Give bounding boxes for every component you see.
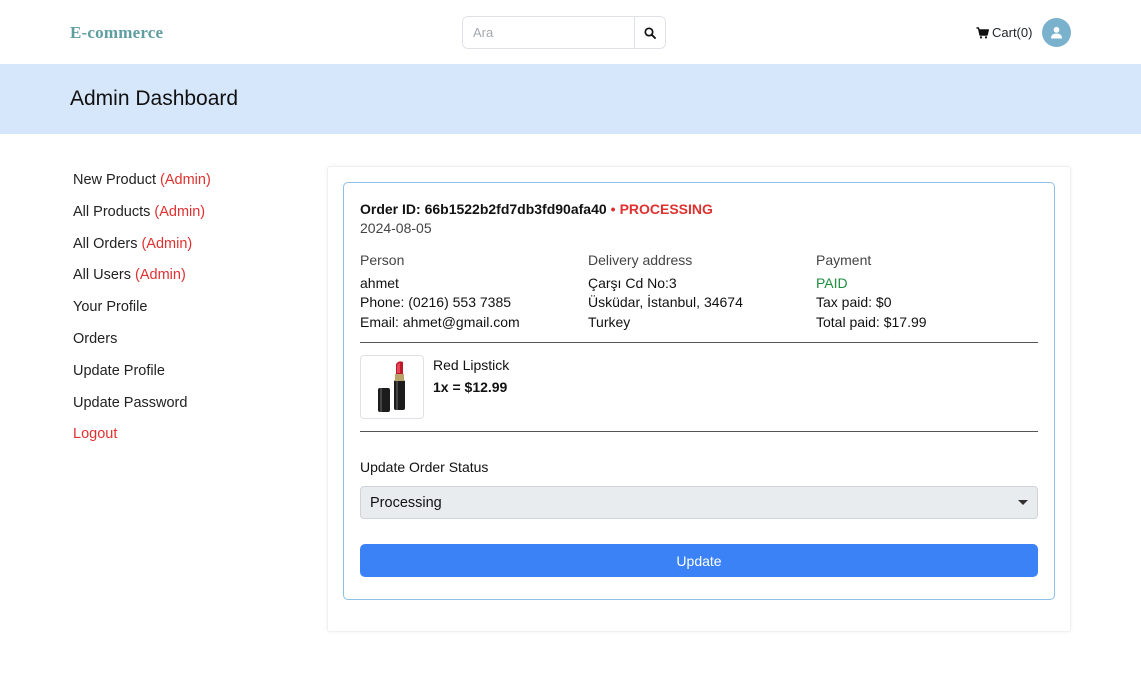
- delivery-line2: Üsküdar, İstanbul, 34674: [588, 294, 743, 310]
- admin-badge: (Admin): [154, 203, 206, 220]
- admin-badge: (Admin): [160, 172, 211, 188]
- search-button[interactable]: [634, 17, 665, 48]
- person-info: Person ahmet Phone: (0216) 553 7385 Emai…: [360, 251, 520, 332]
- user-icon: [1051, 26, 1062, 39]
- divider: [360, 431, 1038, 432]
- person-email: Email: ahmet@gmail.com: [360, 313, 520, 330]
- product-name: Red Lipstick: [433, 357, 510, 373]
- sidebar: New Product (Admin) All Products (Admin)…: [73, 172, 303, 458]
- payment-info: Payment PAID Tax paid: $0 Total paid: $1…: [816, 251, 927, 332]
- sidebar-item-your-profile[interactable]: Your Profile: [73, 299, 303, 331]
- person-label: Person: [360, 252, 405, 268]
- sidebar-item-orders[interactable]: Orders: [73, 331, 303, 363]
- sidebar-item-new-product[interactable]: New Product (Admin): [73, 172, 303, 204]
- product-quantity-price: 1x = $12.99: [433, 379, 508, 395]
- sidebar-item-label: Orders: [73, 330, 118, 347]
- chevron-down-icon: [1018, 500, 1028, 505]
- order-status-select[interactable]: Processing: [360, 486, 1038, 519]
- order-header: Order ID: 66b1522b2fd7db3fd90afa40 • PROCE…: [360, 201, 713, 217]
- divider: [360, 342, 1038, 343]
- lipstick-image: [378, 361, 405, 412]
- dashboard-banner: Admin Dashboard: [0, 64, 1141, 134]
- cart-label: Cart(0): [992, 25, 1033, 40]
- order-id: Order ID: 66b1522b2fd7db3fd90afa40: [360, 201, 607, 217]
- delivery-line1: Çarşı Cd No:3: [588, 274, 677, 291]
- sidebar-item-all-users[interactable]: All Users (Admin): [73, 267, 303, 299]
- sidebar-item-label: All Products: [73, 203, 151, 220]
- cart-icon: [976, 26, 989, 38]
- user-avatar[interactable]: [1042, 18, 1071, 47]
- sidebar-item-label: All Orders: [73, 235, 138, 252]
- sidebar-item-label: New Product: [73, 172, 157, 188]
- delivery-info: Delivery address Çarşı Cd No:3 Üsküdar, …: [588, 251, 743, 332]
- tax-paid: Tax paid: $0: [816, 294, 892, 310]
- search-icon: [644, 26, 656, 39]
- page-title: Admin Dashboard: [70, 87, 239, 110]
- sidebar-item-label: All Users: [73, 267, 132, 284]
- sidebar-item-all-products[interactable]: All Products (Admin): [73, 204, 303, 236]
- admin-badge: (Admin): [141, 235, 193, 252]
- person-name: ahmet: [360, 274, 399, 291]
- order-card: Order ID: 66b1522b2fd7db3fd90afa40 • PROCE…: [343, 182, 1055, 600]
- search-input[interactable]: [463, 17, 634, 48]
- sidebar-item-logout[interactable]: Logout: [73, 426, 303, 458]
- sidebar-item-label: Your Profile: [73, 299, 148, 316]
- navbar: E-commerce Cart(0): [0, 0, 1141, 64]
- brand-logo[interactable]: E-commerce: [70, 23, 163, 43]
- update-status-label: Update Order Status: [360, 459, 489, 475]
- update-button[interactable]: Update: [360, 544, 1038, 577]
- product-image[interactable]: [360, 355, 424, 419]
- order-date: 2024-08-05: [360, 220, 432, 236]
- sidebar-item-label: Update Password: [73, 394, 188, 411]
- sidebar-item-label: Update Profile: [73, 362, 165, 379]
- sidebar-item-update-password[interactable]: Update Password: [73, 395, 303, 427]
- status-separator: •: [610, 201, 616, 217]
- payment-label: Payment: [816, 252, 872, 268]
- sidebar-item-update-profile[interactable]: Update Profile: [73, 363, 303, 395]
- selected-status: Processing: [370, 494, 442, 511]
- payment-status: PAID: [816, 274, 848, 291]
- total-paid: Total paid: $17.99: [816, 313, 927, 330]
- sidebar-item-label: Logout: [73, 426, 118, 443]
- person-phone: Phone: (0216) 553 7385: [360, 294, 512, 310]
- delivery-country: Turkey: [588, 313, 631, 330]
- sidebar-item-all-orders[interactable]: All Orders (Admin): [73, 236, 303, 268]
- order-status-badge: PROCESSING: [619, 201, 713, 217]
- admin-badge: (Admin): [135, 267, 186, 284]
- cart-link[interactable]: Cart(0): [976, 25, 1032, 40]
- search-bar: [462, 16, 666, 49]
- delivery-label: Delivery address: [588, 252, 693, 268]
